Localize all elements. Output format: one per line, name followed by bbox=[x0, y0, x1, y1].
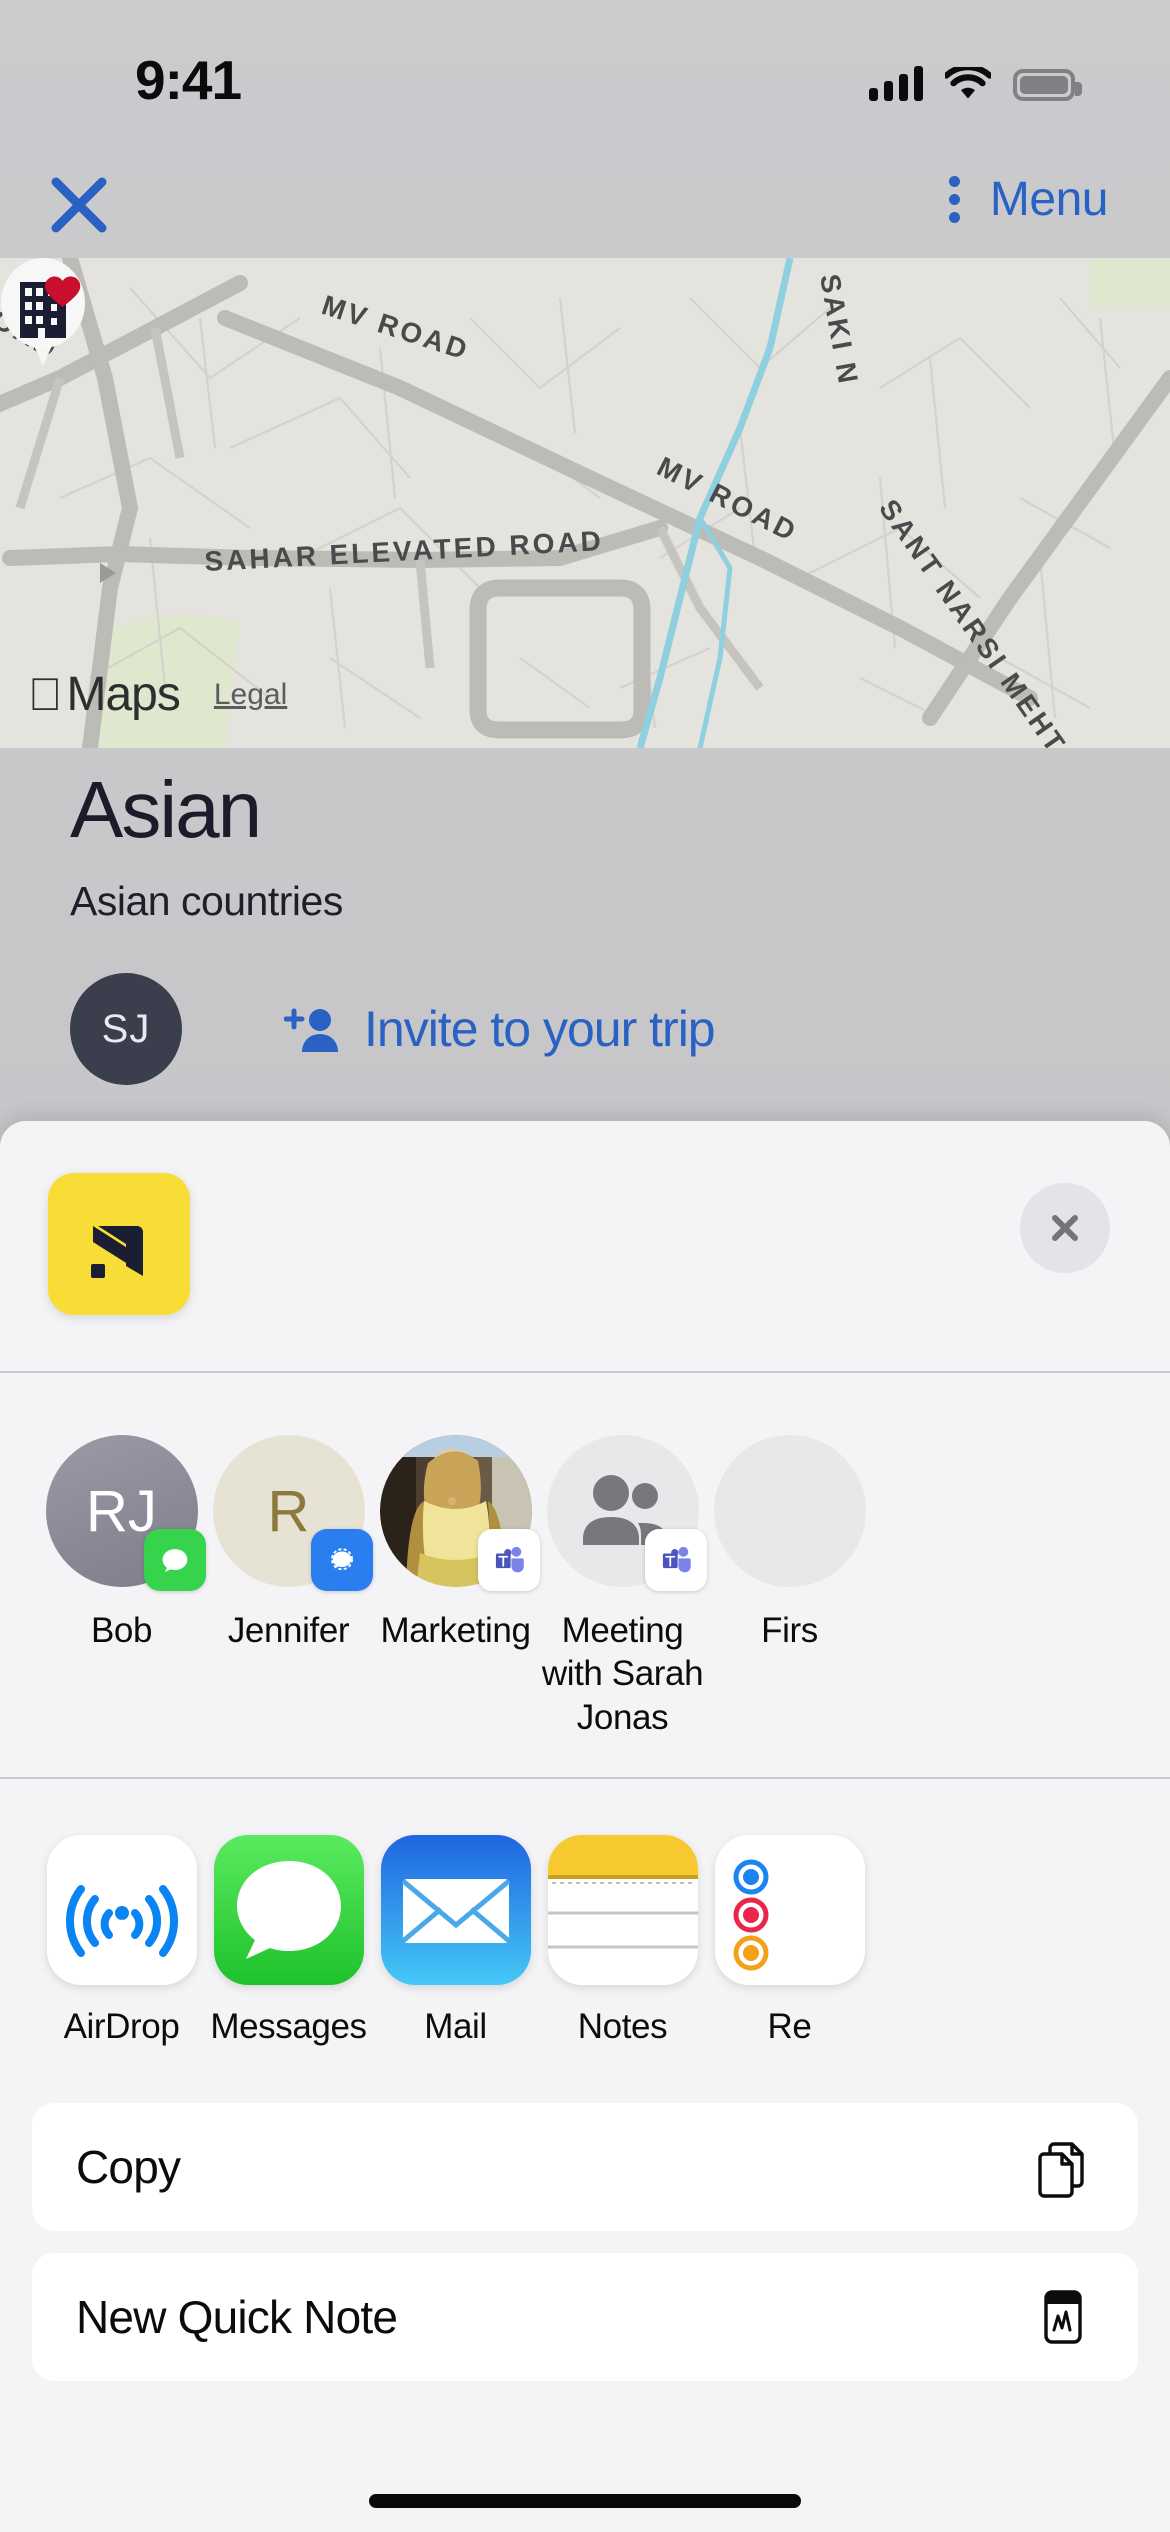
battery-icon bbox=[1013, 69, 1082, 101]
menu-label: Menu bbox=[989, 173, 1109, 226]
menu-button[interactable]: Menu bbox=[941, 172, 1109, 227]
map-preview[interactable]: MV ROAD MV ROAD SAHAR ELEVATED ROAD SAKI… bbox=[0, 258, 1170, 748]
yellow-arrow-app-icon bbox=[48, 1173, 190, 1315]
app-label: AirDrop bbox=[63, 2007, 180, 2047]
action-label: Copy bbox=[76, 2141, 181, 2194]
cellular-signal-icon bbox=[869, 65, 923, 101]
app-label: Notes bbox=[577, 2007, 668, 2047]
contact-meeting-with-sarah-jonas[interactable]: Meeting with Sarah Jonas bbox=[539, 1435, 707, 1739]
teams-badge-icon bbox=[644, 1529, 707, 1591]
app-label: Mail bbox=[424, 2007, 487, 2047]
apple-maps-logo:  Maps bbox=[28, 667, 181, 722]
home-indicator bbox=[369, 2494, 801, 2508]
legal-link[interactable]: Legal bbox=[214, 678, 287, 712]
share-contacts-row[interactable]: RJ Bob R Jennifer Marketing Meeting with… bbox=[0, 1373, 1170, 1777]
navigation-bar: Menu bbox=[0, 150, 1170, 260]
share-app-messages[interactable]: Messages bbox=[205, 1835, 372, 2047]
app-label: Re bbox=[767, 2007, 812, 2047]
messages-icon bbox=[213, 1835, 364, 1986]
map-marker-pin[interactable] bbox=[0, 258, 86, 368]
wifi-icon bbox=[945, 67, 991, 99]
contact-label: Jennifer bbox=[227, 1611, 350, 1650]
person-add-icon bbox=[284, 1008, 338, 1052]
share-apps-row[interactable]: AirDrop Messages Mail Notes Re bbox=[0, 1779, 1170, 2081]
contact-label: Meeting with Sarah Jonas bbox=[541, 1611, 704, 1737]
avatar bbox=[713, 1435, 866, 1587]
kebab-menu-icon[interactable] bbox=[941, 172, 968, 227]
apple-logo-icon:  bbox=[28, 671, 63, 717]
avatar[interactable]: SJ bbox=[70, 973, 182, 1085]
share-sheet-header bbox=[0, 1121, 1170, 1371]
mail-icon bbox=[380, 1835, 531, 1986]
trip-header: Asian Asian countries SJ Invite to your … bbox=[0, 770, 1170, 1085]
messages-badge-icon bbox=[143, 1529, 206, 1591]
invite-to-trip-button[interactable]: Invite to your trip bbox=[284, 1000, 716, 1058]
action-label: New Quick Note bbox=[76, 2291, 398, 2344]
reminders-icon bbox=[714, 1835, 865, 1986]
page-title: Asian bbox=[70, 765, 262, 854]
share-app-reminders[interactable]: Re bbox=[706, 1835, 873, 2047]
app-label: Messages bbox=[210, 2007, 367, 2047]
signal-badge-icon bbox=[310, 1529, 373, 1591]
notes-icon bbox=[547, 1835, 698, 1986]
share-app-notes[interactable]: Notes bbox=[539, 1835, 706, 2047]
contact-label: Bob bbox=[90, 1611, 153, 1650]
copy-documents-icon bbox=[1032, 2136, 1094, 2198]
trip-subtitle: Asian countries bbox=[70, 878, 343, 924]
contact-jennifer[interactable]: R Jennifer bbox=[205, 1435, 373, 1739]
trip-participants-row: SJ Invite to your trip bbox=[70, 973, 1100, 1085]
share-app-mail[interactable]: Mail bbox=[372, 1835, 539, 2047]
action-copy[interactable]: Copy bbox=[32, 2103, 1138, 2232]
airdrop-icon bbox=[46, 1835, 197, 1986]
contact-marketing[interactable]: Marketing bbox=[372, 1435, 540, 1739]
contact-label: Marketing bbox=[380, 1611, 531, 1650]
status-bar: 9:41 bbox=[0, 0, 1170, 150]
share-sheet: RJ Bob R Jennifer Marketing Meeting with… bbox=[0, 1121, 1170, 2532]
close-icon[interactable] bbox=[48, 174, 110, 236]
maps-wordmark: Maps bbox=[32, 668, 181, 721]
map-attribution:  Maps Legal bbox=[28, 667, 287, 722]
quick-note-icon bbox=[1032, 2286, 1094, 2348]
status-bar-icons bbox=[869, 55, 1082, 101]
teams-badge-icon bbox=[477, 1529, 540, 1591]
action-new-quick-note[interactable]: New Quick Note bbox=[32, 2253, 1138, 2382]
contact-label: Firs bbox=[761, 1611, 818, 1650]
contact-bob[interactable]: RJ Bob bbox=[38, 1435, 206, 1739]
close-circle-icon[interactable] bbox=[1020, 1183, 1110, 1273]
invite-label: Invite to your trip bbox=[364, 1001, 716, 1057]
share-app-airdrop[interactable]: AirDrop bbox=[38, 1835, 205, 2047]
contact-first-partial[interactable]: Firs bbox=[706, 1435, 873, 1739]
status-bar-clock: 9:41 bbox=[135, 49, 242, 111]
share-actions-list: Copy New Quick Note bbox=[0, 2081, 1170, 2382]
